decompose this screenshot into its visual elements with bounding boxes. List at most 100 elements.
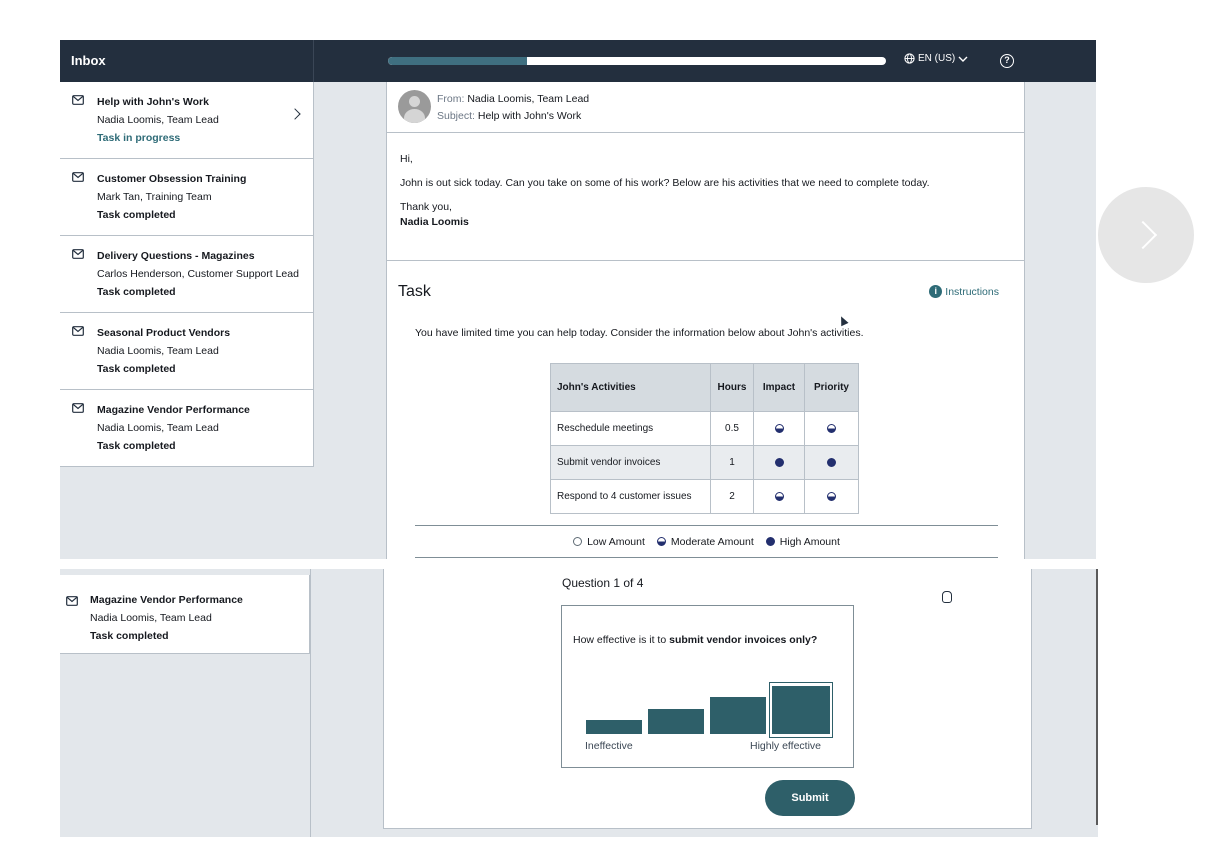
filled-circle-icon — [765, 537, 775, 546]
scale-option-3[interactable] — [710, 697, 766, 734]
scale-option-2[interactable] — [648, 708, 704, 734]
email-closing: Thank you, — [400, 201, 452, 213]
column-header: Priority — [804, 363, 859, 412]
scale-low-label: Ineffective — [585, 740, 633, 752]
help-icon[interactable]: ? — [1000, 54, 1014, 68]
app-window-bottom: Magazine Vendor Performance Nadia Loomis… — [60, 569, 1098, 837]
selected-option-outline — [769, 681, 833, 738]
language-label: EN (US) — [918, 53, 956, 64]
from-value: Nadia Loomis, Team Lead — [467, 93, 590, 105]
top-bar: Inbox EN (US) ? — [60, 40, 1096, 82]
empty-circle-icon — [573, 537, 583, 546]
impact-cell — [753, 479, 805, 514]
table-row: Respond to 4 customer issues 2 — [550, 479, 859, 514]
activity-cell: Respond to 4 customer issues — [550, 479, 711, 514]
table-header-row: John's Activities Hours Impact Priority — [550, 363, 859, 412]
email-panel: From: Nadia Loomis, Team Lead Subject: H… — [386, 82, 1025, 559]
mail-title: Delivery Questions - Magazines — [97, 250, 255, 262]
globe-icon — [904, 53, 915, 64]
mail-status: Task in progress — [97, 132, 181, 144]
mail-from: Nadia Loomis, Team Lead — [97, 345, 219, 357]
mail-status: Task completed — [90, 630, 169, 642]
scale-high-label: Highly effective — [750, 740, 822, 752]
subject-label: Subject: — [437, 110, 475, 122]
half-circle-icon — [774, 423, 784, 433]
list-item[interactable]: Help with John's Work Nadia Loomis, Team … — [60, 82, 314, 159]
scale-option-1[interactable] — [586, 720, 642, 734]
mail-title: Customer Obsession Training — [97, 173, 247, 185]
list-item[interactable]: Magazine Vendor Performance Nadia Loomis… — [60, 575, 310, 654]
app-window-top: Inbox EN (US) ? Help with John's Work Nad… — [60, 40, 1096, 559]
instructions-link[interactable]: i Instructions — [929, 285, 999, 298]
instructions-label: Instructions — [945, 285, 999, 298]
table-row: Reschedule meetings 0.5 — [550, 411, 859, 446]
email-message: John is out sick today. Can you take on … — [400, 177, 930, 189]
mail-title: Help with John's Work — [97, 96, 209, 108]
envelope-icon — [72, 172, 84, 182]
inbox-header: Inbox — [60, 40, 314, 82]
email-signature: Nadia Loomis — [400, 216, 469, 228]
legend-label: Moderate Amount — [670, 535, 754, 548]
progress-bar — [388, 57, 886, 65]
email-body: Hi, John is out sick today. Can you take… — [387, 133, 1024, 261]
mail-title: Magazine Vendor Performance — [97, 404, 250, 416]
envelope-icon — [72, 95, 84, 105]
half-circle-icon — [827, 491, 836, 501]
email-meta: From: Nadia Loomis, Team Lead Subject: H… — [437, 91, 589, 125]
avatar — [398, 90, 431, 123]
mail-title: Magazine Vendor Performance — [90, 594, 243, 606]
question-panel: Question 1 of 4 How effective is it to s… — [383, 569, 1032, 829]
mail-from: Nadia Loomis, Team Lead — [97, 422, 219, 434]
mail-from: Nadia Loomis, Team Lead — [97, 114, 219, 126]
question-card: How effective is it to submit vendor inv… — [561, 605, 854, 768]
half-circle-icon — [827, 423, 836, 433]
mail-status: Task completed — [97, 286, 176, 298]
table-row: Submit vendor invoices 1 — [550, 445, 859, 480]
question-counter: Question 1 of 4 — [562, 576, 644, 590]
progress-fill — [388, 57, 528, 65]
next-arrow-button[interactable] — [1098, 187, 1194, 283]
mail-status: Task completed — [97, 440, 176, 452]
activity-cell: Reschedule meetings — [550, 411, 711, 446]
divider — [310, 569, 311, 837]
half-circle-icon — [774, 491, 784, 501]
email-header: From: Nadia Loomis, Team Lead Subject: H… — [387, 82, 1024, 133]
mail-from: Mark Tan, Training Team — [97, 191, 212, 203]
legend-item-moderate: Moderate Amount — [656, 535, 754, 548]
impact-cell — [753, 411, 805, 446]
email-greeting: Hi, — [400, 153, 413, 165]
language-selector[interactable]: EN (US) — [904, 53, 968, 64]
mail-status: Task completed — [97, 209, 176, 221]
amount-legend: Low Amount Moderate Amount High Amount — [415, 525, 998, 558]
list-item[interactable]: Magazine Vendor Performance Nadia Loomis,… — [60, 390, 314, 467]
task-title: Task — [398, 283, 431, 300]
info-icon: i — [929, 285, 943, 298]
envelope-icon — [66, 596, 78, 606]
window-edge — [1096, 569, 1098, 825]
inbox-sidebar: Help with John's Work Nadia Loomis, Team … — [60, 82, 314, 467]
filled-circle-icon — [827, 457, 836, 467]
activities-table: John's Activities Hours Impact Priority … — [550, 363, 859, 514]
list-item[interactable]: Delivery Questions - Magazines Carlos Hen… — [60, 236, 314, 313]
hours-cell: 2 — [710, 479, 754, 514]
task-description: You have limited time you can help today… — [415, 327, 864, 339]
legend-item-high: High Amount — [765, 535, 840, 548]
activity-cell: Submit vendor invoices — [550, 445, 711, 480]
mail-from: Carlos Henderson, Customer Support Lead — [97, 268, 299, 280]
legend-label: High Amount — [779, 535, 840, 548]
priority-cell — [804, 479, 859, 514]
filled-circle-icon — [774, 457, 784, 467]
envelope-icon — [72, 403, 84, 413]
half-circle-icon — [656, 537, 666, 546]
from-label: From: — [437, 93, 465, 105]
column-header: Impact — [753, 363, 805, 412]
mail-status: Task completed — [97, 363, 176, 375]
list-item[interactable]: Customer Obsession Training Mark Tan, Tra… — [60, 159, 314, 236]
submit-button[interactable]: Submit — [765, 780, 855, 816]
column-header: John's Activities — [550, 363, 711, 412]
mail-title: Seasonal Product Vendors — [97, 327, 231, 339]
envelope-icon — [72, 249, 84, 259]
hours-cell: 0.5 — [710, 411, 754, 446]
list-item[interactable]: Seasonal Product Vendors Nadia Loomis, Te… — [60, 313, 314, 390]
hours-cell: 1 — [710, 445, 754, 480]
